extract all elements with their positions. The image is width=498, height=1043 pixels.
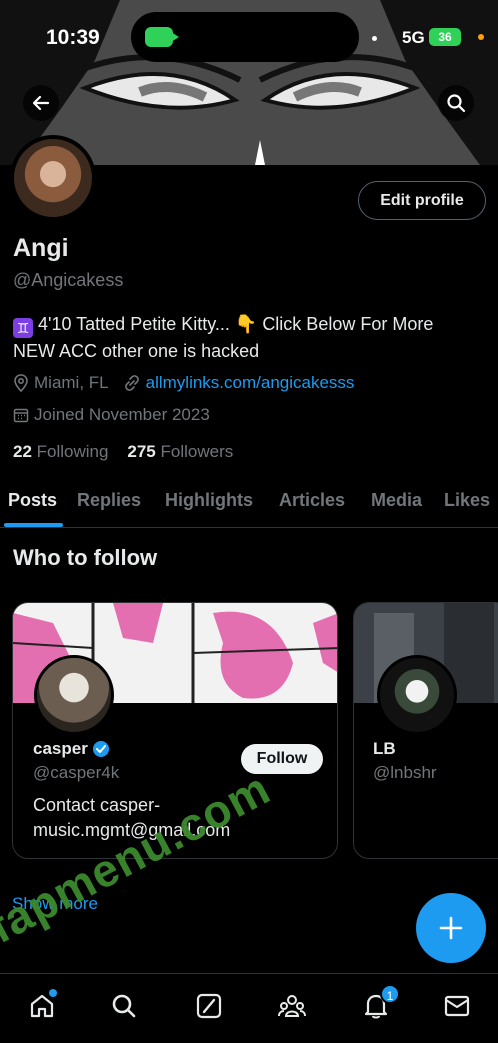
mic-indicator (478, 34, 484, 40)
mail-icon (444, 995, 470, 1017)
bio-line-1: 4'10 Tatted Petite Kitty... 👇 Click Belo… (38, 314, 434, 334)
card-name-text: casper (33, 739, 88, 758)
notification-badge: 1 (380, 984, 400, 1004)
card-name-text: LB (373, 739, 396, 758)
status-bar: 10:39 5G 36 (0, 0, 498, 74)
card-name[interactable]: LB (373, 739, 396, 759)
followers-label: Followers (160, 442, 234, 461)
followers-count: 275 (127, 442, 156, 461)
card-avatar[interactable] (377, 655, 457, 735)
following-link[interactable]: 22 Following (13, 442, 108, 461)
joined-text: Joined November 2023 (34, 405, 210, 424)
network-label: 5G (402, 28, 425, 47)
edit-profile-button[interactable]: Edit profile (358, 181, 486, 220)
location-text: Miami, FL (34, 373, 109, 392)
profile-bio: ♊ 4'10 Tatted Petite Kitty... 👇 Click Be… (13, 311, 488, 365)
profile-avatar[interactable] (10, 135, 96, 221)
battery-indicator: 36 (429, 28, 461, 46)
nav-notifications[interactable]: 1 (358, 984, 400, 1024)
profile-tabs: Posts Replies Highlights Articles Media … (0, 480, 498, 528)
gemini-emoji: ♊ (13, 318, 33, 338)
back-button[interactable] (23, 85, 59, 121)
home-unread-dot (49, 989, 57, 997)
following-label: Following (36, 442, 109, 461)
profile-meta-joined: Joined November 2023 (13, 405, 210, 425)
nav-messages[interactable] (439, 988, 475, 1024)
nav-search[interactable] (106, 988, 142, 1024)
who-to-follow-title: Who to follow (13, 545, 158, 570)
location-pin-icon (14, 374, 28, 392)
communities-icon (278, 995, 306, 1017)
profile-name: Angi (13, 234, 69, 262)
bottom-navigation: 1 (0, 973, 498, 1043)
tab-articles[interactable]: Articles (279, 490, 345, 511)
active-tab-indicator (4, 523, 63, 527)
arrow-left-icon (32, 95, 50, 111)
compose-post-button[interactable] (416, 893, 486, 963)
facetime-icon (145, 27, 179, 47)
card-handle: @casper4k (33, 763, 120, 782)
calendar-icon (13, 408, 29, 423)
card-name[interactable]: casper (33, 739, 110, 759)
tab-replies[interactable]: Replies (77, 490, 141, 511)
verified-badge-icon (92, 741, 109, 757)
profile-meta-location: Miami, FL allmylinks.com/angicakesss (13, 373, 354, 393)
card-avatar[interactable] (34, 655, 114, 735)
follow-suggestion-card[interactable]: LB @lnbshr (353, 602, 498, 859)
search-button[interactable] (438, 85, 474, 121)
tab-media[interactable]: Media (371, 490, 422, 511)
profile-link[interactable]: allmylinks.com/angicakesss (146, 373, 355, 393)
plus-icon (439, 916, 463, 940)
tab-highlights[interactable]: Highlights (165, 490, 253, 511)
tab-posts[interactable]: Posts (8, 490, 57, 511)
grok-icon (196, 993, 222, 1019)
nav-communities[interactable] (274, 988, 310, 1024)
bio-line-2: NEW ACC other one is hacked (13, 341, 260, 361)
search-icon (447, 94, 466, 113)
privacy-dot (372, 36, 377, 41)
nav-grok[interactable] (191, 988, 227, 1024)
dynamic-island (131, 12, 359, 62)
tab-likes[interactable]: Likes (444, 490, 490, 511)
following-count: 22 (13, 442, 32, 461)
nav-home[interactable] (24, 988, 60, 1024)
search-icon (112, 994, 136, 1018)
profile-handle: @Angicakess (13, 270, 124, 290)
status-time: 10:39 (46, 26, 100, 49)
followers-link[interactable]: 275 Followers (127, 442, 233, 461)
card-handle: @lnbshr (373, 763, 437, 782)
follow-counts: 22 Following 275 Followers (13, 442, 233, 462)
link-icon (124, 375, 139, 391)
